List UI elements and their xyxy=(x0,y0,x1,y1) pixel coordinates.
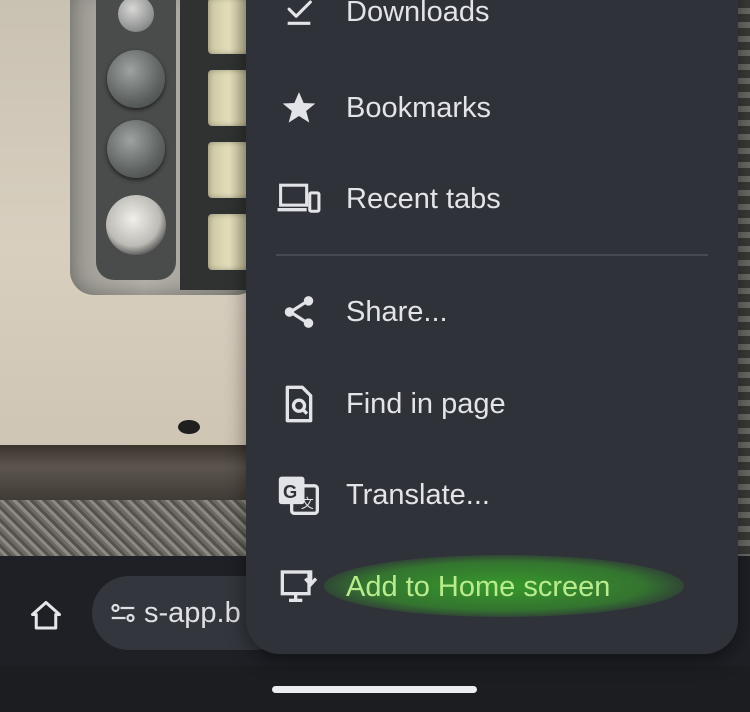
browser-screen: s-app.b Downloads Bookmarks Recent tabs … xyxy=(0,0,750,712)
device-screw-button xyxy=(106,195,166,255)
share-icon xyxy=(276,290,322,334)
gesture-navigation-bar[interactable] xyxy=(272,686,477,693)
device-key xyxy=(208,70,250,126)
svg-text:G: G xyxy=(283,481,297,502)
url-text: s-app.b xyxy=(144,596,241,629)
translate-icon: G 文 xyxy=(276,473,322,517)
menu-item-label: Bookmarks xyxy=(346,91,492,124)
menu-item-label: Downloads xyxy=(346,0,490,28)
home-icon xyxy=(31,601,61,630)
overflow-menu: Downloads Bookmarks Recent tabs Share...… xyxy=(246,0,738,654)
svg-text:文: 文 xyxy=(301,496,314,511)
device-button-column xyxy=(96,0,176,280)
menu-item-label: Add to Home screen xyxy=(346,570,611,603)
menu-divider xyxy=(276,254,708,256)
menu-item-label: Recent tabs xyxy=(346,182,501,215)
download-done-icon xyxy=(276,0,322,34)
device-small-button xyxy=(118,0,154,32)
menu-item-bookmarks[interactable]: Bookmarks xyxy=(246,64,738,152)
device-screw-hole xyxy=(178,420,200,434)
menu-item-recent-tabs[interactable]: Recent tabs xyxy=(246,155,738,243)
find-in-page-icon xyxy=(276,382,322,426)
devices-icon xyxy=(276,177,322,221)
home-button[interactable] xyxy=(22,592,70,640)
device-round-button xyxy=(107,50,165,108)
add-to-home-screen-icon xyxy=(276,565,322,609)
menu-item-downloads[interactable]: Downloads xyxy=(246,0,738,56)
device-key-column xyxy=(180,0,250,290)
menu-item-label: Find in page xyxy=(346,387,506,420)
menu-item-find-in-page[interactable]: Find in page xyxy=(246,360,738,448)
menu-item-label: Share... xyxy=(346,295,448,328)
device-round-button xyxy=(107,120,165,178)
device-key xyxy=(208,142,250,198)
device-key xyxy=(208,214,250,270)
page-info-icon[interactable] xyxy=(106,596,140,630)
menu-item-translate[interactable]: G 文 Translate... xyxy=(246,451,738,539)
star-icon xyxy=(276,86,322,130)
menu-item-add-to-home-screen[interactable]: Add to Home screen xyxy=(246,543,738,631)
device-key xyxy=(208,0,250,54)
menu-item-label: Translate... xyxy=(346,478,490,511)
menu-item-share[interactable]: Share... xyxy=(246,268,738,356)
